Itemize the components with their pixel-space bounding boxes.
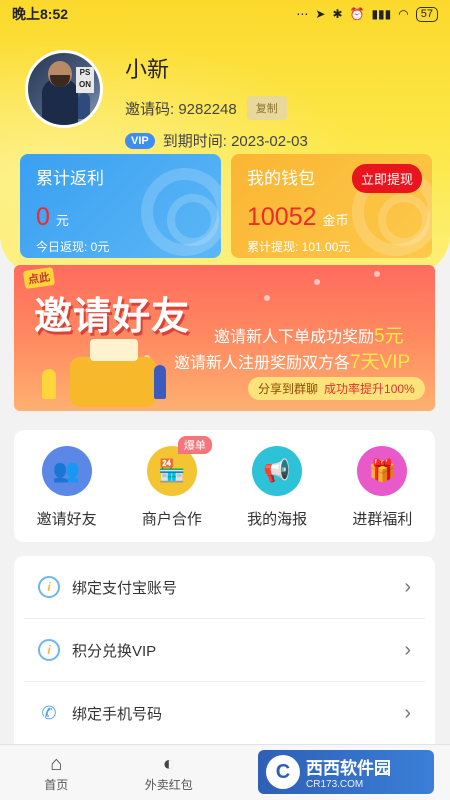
red-packet-icon: ◐ <box>162 753 175 775</box>
list-label: 绑定支付宝账号 <box>72 579 178 597</box>
banner-line1: 邀请新人下单成功奖励5元 <box>214 321 404 348</box>
banner-line2-text: 邀请新人注册奖励双方各 <box>174 355 351 372</box>
hot-badge: 爆单 <box>177 436 212 454</box>
grid-item-group-benefits[interactable]: 🎁 进群福利 <box>332 446 432 542</box>
rebate-unit: 元 <box>55 213 69 228</box>
list-label: 积分兑换VIP <box>72 642 157 660</box>
list-item-bind-phone[interactable]: ✆ 绑定手机号码 › <box>24 682 425 745</box>
list-item-points-vip[interactable]: i 积分兑换VIP › <box>24 619 425 682</box>
banner-pill-right: 成功率提升100% <box>324 382 415 396</box>
invite-banner[interactable]: 点此 邀请好友 邀请新人下单成功奖励5元 邀请新人注册奖励双方各7天VIP 分享… <box>14 265 435 411</box>
banner-line1-text: 邀请新人下单成功奖励 <box>214 329 375 346</box>
withdraw-button[interactable]: 立即提现 <box>351 164 422 193</box>
signal-icon: ⋯ <box>296 7 309 21</box>
banner-line2: 邀请新人注册奖励双方各7天VIP <box>174 347 410 374</box>
watermark-mark-icon: C <box>266 755 300 789</box>
invite-friends-icon: 👥 <box>41 446 92 496</box>
tab-home[interactable]: ⌂ 首页 <box>11 752 101 793</box>
tab-label: 外卖红包 <box>144 778 193 792</box>
status-icons: ⋯ ➤ ✱ ⏰ ▮▮▮ ◠ 57 <box>296 6 438 22</box>
tab-label: 首页 <box>44 778 69 792</box>
invite-code-row: 邀请码: 9282248 复制 <box>125 96 308 120</box>
person-illustration-icon <box>42 369 56 399</box>
feature-grid: 👥 邀请好友 爆单 🏪 商户合作 📢 我的海报 🎁 进群福利 <box>14 430 435 542</box>
banner-pill-left: 分享到群聊 <box>258 382 319 396</box>
info-icon: i <box>38 639 60 661</box>
list-label: 绑定手机号码 <box>72 706 163 723</box>
banner-line2-highlight: 7天VIP <box>350 352 411 373</box>
info-icon: i <box>38 576 60 598</box>
grid-item-merchant[interactable]: 爆单 🏪 商户合作 <box>122 436 222 542</box>
profile-section: PS ON 小新 邀请码: 9282248 复制 VIP 到期时间: 2023-0… <box>25 50 308 151</box>
tab-red-packet[interactable]: ◐ 外卖红包 <box>124 752 214 793</box>
wallet-illustration-icon <box>70 339 156 407</box>
gift-icon: 🎁 <box>357 446 408 496</box>
grid-label: 邀请好友 <box>36 511 97 528</box>
grid-label: 我的海报 <box>247 511 308 528</box>
status-time: 晚上8:52 <box>12 6 69 22</box>
username: 小新 <box>125 57 170 82</box>
grid-item-invite-friends[interactable]: 👥 邀请好友 <box>17 446 117 542</box>
chevron-right-icon: › <box>404 575 411 598</box>
vip-badge: VIP <box>125 132 155 149</box>
banner-title: 邀请好友 <box>34 296 191 338</box>
watermark-sub: CR173.COM <box>306 779 364 790</box>
wallet-value: 10052 <box>247 203 317 231</box>
phone-icon: ✆ <box>41 703 57 723</box>
watermark-text: 西西软件园 CR173.COM <box>306 754 391 790</box>
grid-item-poster[interactable]: 📢 我的海报 <box>227 446 327 542</box>
banner-line1-highlight: 5元 <box>374 326 404 347</box>
profile-info: 小新 邀请码: 9282248 复制 VIP 到期时间: 2023-02-03 <box>125 50 308 151</box>
wallet-card[interactable]: 我的钱包 立即提现 10052 金币 累计提现: 101.00元 <box>231 154 432 258</box>
avatar[interactable]: PS ON <box>25 50 103 128</box>
cellular-icon: ▮▮▮ <box>371 7 392 21</box>
invite-code: 邀请码: 9282248 <box>125 100 237 118</box>
location-icon: ➤ <box>315 7 326 21</box>
alarm-icon: ⏰ <box>349 7 365 21</box>
home-icon: ⌂ <box>50 753 63 775</box>
banner-share-pill: 分享到群聊 成功率提升100% <box>248 377 425 400</box>
watermark-main: 西西软件园 <box>306 759 391 778</box>
grid-label: 商户合作 <box>141 511 202 528</box>
rebate-value: 0 <box>36 203 50 231</box>
status-bar: 晚上8:52 ⋯ ➤ ✱ ⏰ ▮▮▮ ◠ 57 <box>0 0 450 28</box>
vip-row: VIP 到期时间: 2023-02-03 <box>125 130 308 151</box>
bluetooth-icon: ✱ <box>332 7 343 21</box>
person-illustration-icon <box>154 365 166 399</box>
chevron-right-icon: › <box>404 702 411 724</box>
rebate-card[interactable]: 累计返利 0 元 今日返现: 0元 <box>20 154 221 258</box>
battery-icon: 57 <box>415 6 438 22</box>
watermark-logo: C 西西软件园 CR173.COM <box>258 750 434 794</box>
wallet-unit: 金币 <box>322 213 349 228</box>
grid-label: 进群福利 <box>352 511 413 528</box>
megaphone-icon: 📢 <box>252 446 303 496</box>
wifi-icon: ◠ <box>398 7 409 21</box>
coin-decoration-icon <box>141 168 221 256</box>
copy-button[interactable]: 复制 <box>246 96 287 120</box>
list-item-bind-alipay[interactable]: i 绑定支付宝账号 › <box>24 556 425 619</box>
chevron-right-icon: › <box>404 638 411 661</box>
vip-expiry: 到期时间: 2023-02-03 <box>162 133 308 150</box>
